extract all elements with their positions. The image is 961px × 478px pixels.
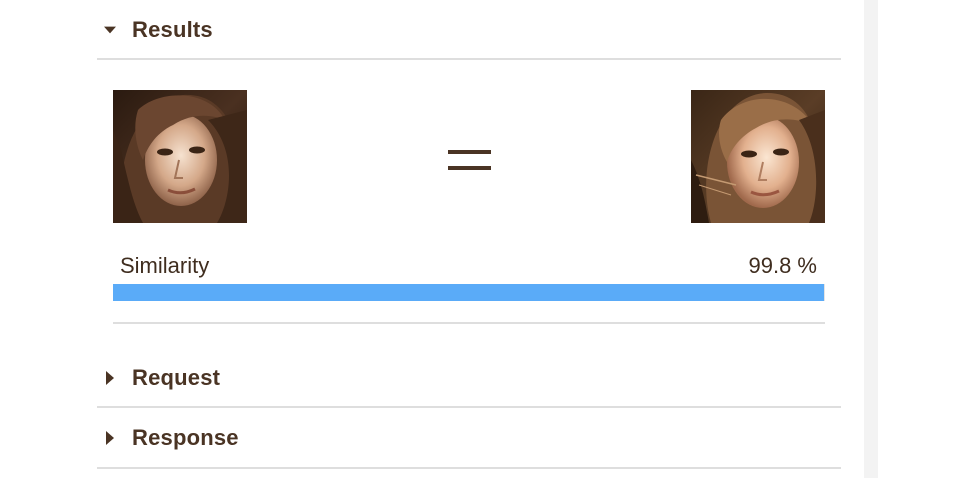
similarity-progress-fill [113, 284, 824, 301]
scrollbar-track[interactable] [864, 0, 878, 478]
response-title: Response [132, 425, 239, 450]
results-title: Results [132, 17, 213, 42]
results-divider [97, 58, 841, 60]
caret-right-icon[interactable] [104, 431, 116, 445]
results-inner-divider [113, 322, 825, 324]
request-section-header[interactable]: Request [97, 355, 841, 401]
similarity-label: Similarity [120, 253, 210, 278]
response-divider [97, 467, 841, 469]
similarity-progress-bar [113, 284, 825, 301]
face-compare-page: Results Similarity 99.8 % Request Respon… [0, 0, 961, 478]
similarity-value: 99.8 % [748, 253, 818, 278]
caret-down-icon[interactable] [104, 24, 116, 36]
request-divider [97, 406, 841, 408]
request-title: Request [132, 365, 221, 390]
caret-right-icon[interactable] [104, 371, 116, 385]
equals-icon [448, 150, 491, 172]
response-section-header[interactable]: Response [97, 415, 841, 461]
left-face-image [113, 90, 247, 223]
results-section-header[interactable]: Results [97, 7, 841, 53]
right-face-image [691, 90, 825, 223]
